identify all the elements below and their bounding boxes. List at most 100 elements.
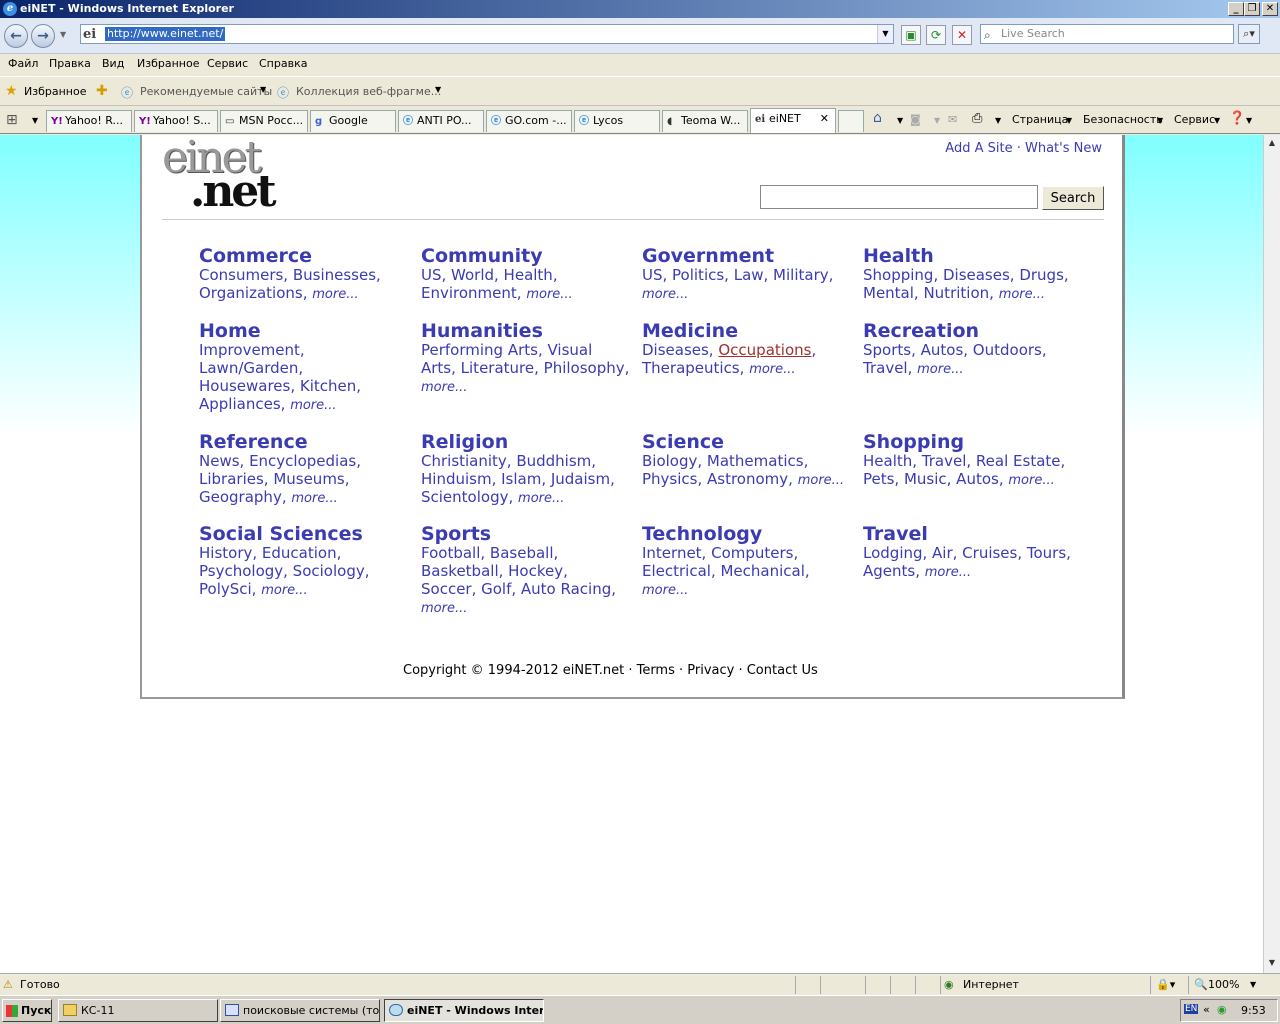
category-links[interactable]: US, Politics, Law, Military, [642, 266, 833, 284]
more-link[interactable]: more... [421, 601, 467, 616]
page-menu[interactable]: Страница [1012, 113, 1068, 126]
close-button[interactable]: ✕ [1262, 2, 1278, 16]
tab-teoma[interactable]: ◖ Teoma W... [662, 110, 748, 132]
more-link[interactable]: more... [642, 583, 688, 598]
more-link[interactable]: more... [642, 287, 688, 302]
clock[interactable]: 9:53 [1241, 1004, 1266, 1017]
refresh-icon[interactable]: ⟳ [926, 25, 946, 45]
back-button[interactable]: ← [4, 24, 28, 48]
more-link[interactable]: more... [999, 287, 1045, 302]
category-title[interactable]: Technology [642, 524, 812, 544]
web-slice-gallery-link[interactable]: Коллекция веб-фрагме... [296, 85, 441, 98]
recommended-sites-link[interactable]: Рекомендуемые сайты [140, 85, 272, 98]
category-title[interactable]: Home [199, 321, 379, 341]
category-title[interactable]: Government [642, 246, 842, 266]
menu-view[interactable]: Вид [102, 57, 124, 70]
category-title[interactable]: Social Sciences [199, 524, 379, 544]
tray-app-icon[interactable]: ◉ [1217, 1003, 1227, 1016]
quick-tabs-icon[interactable]: ⊞ [6, 112, 18, 128]
category-title[interactable]: Commerce [199, 246, 389, 266]
tools-menu[interactable]: Сервис [1174, 113, 1215, 126]
new-tab-button[interactable] [838, 110, 864, 132]
print-icon[interactable]: ⎙ [972, 111, 982, 126]
category-title[interactable]: Humanities [421, 321, 631, 341]
more-link[interactable]: more... [290, 398, 336, 413]
category-title[interactable]: Shopping [863, 432, 1073, 452]
more-link[interactable]: more... [518, 491, 564, 506]
chevron-down-icon[interactable]: ▼ [435, 85, 441, 94]
tab-anti-po[interactable]: ⓔ ANTI PO... [398, 110, 484, 132]
taskbar-item-folder[interactable]: КС-11 [58, 999, 218, 1022]
category-title[interactable]: Religion [421, 432, 621, 452]
category-title[interactable]: Recreation [863, 321, 1063, 341]
chevron-down-icon[interactable]: ▼ [995, 116, 1001, 125]
tab-lycos[interactable]: ⓔ Lycos [574, 110, 660, 132]
protected-mode-icon[interactable]: 🔒▾ [1156, 978, 1175, 991]
category-title[interactable]: Medicine [642, 321, 842, 341]
more-link[interactable]: more... [312, 287, 358, 302]
mail-icon[interactable]: ✉ [948, 113, 957, 126]
category-title[interactable]: Health [863, 246, 1078, 266]
more-link[interactable]: more... [917, 362, 963, 377]
more-link[interactable]: more... [749, 362, 795, 377]
home-icon[interactable]: ⌂ [873, 110, 882, 126]
vertical-scrollbar[interactable]: ▲ ▼ [1263, 135, 1280, 973]
forward-button[interactable]: → [31, 24, 55, 48]
live-search-input[interactable]: ⌕ Live Search [980, 24, 1234, 44]
stop-icon[interactable]: ✕ [952, 25, 972, 45]
category-links[interactable]: Diseases, [642, 341, 714, 359]
tab-yahoo-r[interactable]: Y! Yahoo! R... [46, 110, 132, 132]
category-links[interactable]: Performing Arts, Visual Arts, Literature… [421, 341, 629, 377]
zoom-level[interactable]: 100% [1208, 978, 1239, 991]
history-dropdown-icon[interactable]: ▼ [60, 30, 66, 39]
more-link[interactable]: more... [798, 473, 844, 488]
site-search-input[interactable] [760, 185, 1038, 209]
menu-tools[interactable]: Сервис [207, 57, 248, 70]
close-tab-icon[interactable]: ✕ [820, 109, 829, 129]
category-links[interactable]: Biology, Mathematics, Physics, Astronomy… [642, 452, 808, 488]
chevron-down-icon[interactable]: ▼ [1246, 116, 1252, 125]
address-dropdown-icon[interactable]: ▼ [877, 25, 893, 43]
compatibility-icon[interactable]: ▣ [901, 25, 921, 45]
search-go-button[interactable]: ⌕▾ [1238, 24, 1260, 44]
category-title[interactable]: Reference [199, 432, 379, 452]
category-title[interactable]: Sports [421, 524, 621, 544]
feeds-icon[interactable]: ◙ [910, 113, 921, 126]
category-links[interactable]: Football, Baseball, Basketball, Hockey, … [421, 544, 616, 598]
category-links[interactable]: Internet, Computers, Electrical, Mechani… [642, 544, 810, 580]
security-menu[interactable]: Безопасность [1083, 113, 1163, 126]
chevron-down-icon[interactable]: ▼ [897, 116, 903, 125]
whats-new-link[interactable]: What's New [1025, 141, 1102, 156]
start-button[interactable]: Пуск [2, 999, 52, 1022]
tab-yahoo-s[interactable]: Y! Yahoo! S... [134, 110, 218, 132]
language-indicator[interactable]: EN [1184, 1004, 1199, 1014]
zoom-dropdown-icon[interactable]: ▼ [1250, 980, 1256, 989]
taskbar-item-word[interactable]: поисковые системы (то... [220, 999, 380, 1022]
category-title[interactable]: Travel [863, 524, 1078, 544]
scroll-down-icon[interactable]: ▼ [1264, 955, 1280, 971]
occupations-link[interactable]: Occupations [718, 341, 811, 359]
add-site-link[interactable]: Add A Site [945, 141, 1012, 156]
tab-google[interactable]: g Google [310, 110, 396, 132]
more-link[interactable]: more... [1008, 473, 1054, 488]
more-link[interactable]: more... [925, 565, 971, 580]
restore-button[interactable]: ❐ [1244, 2, 1260, 16]
tab-list-dropdown-icon[interactable]: ▼ [32, 116, 38, 125]
chevron-down-icon[interactable]: ▼ [260, 85, 266, 94]
category-links[interactable]: Improvement, Lawn/Garden, Housewares, Ki… [199, 341, 361, 413]
site-search-button[interactable]: Search [1042, 186, 1104, 210]
menu-help[interactable]: Справка [259, 57, 307, 70]
more-link[interactable]: more... [526, 287, 572, 302]
tab-einet[interactable]: ei eiNET ✕ [750, 108, 836, 133]
tab-go-com[interactable]: ⓔ GO.com -... [486, 110, 572, 132]
einet-logo[interactable]: einet .net [162, 136, 294, 215]
chevron-down-icon[interactable]: ▼ [934, 116, 940, 125]
menu-favorites[interactable]: Избранное [137, 57, 199, 70]
favorites-button[interactable]: Избранное [24, 85, 86, 98]
more-link[interactable]: more... [421, 380, 467, 395]
add-favorite-icon[interactable]: ✚ [96, 83, 108, 99]
tab-msn[interactable]: ▭ MSN Росс... [220, 110, 308, 132]
more-link[interactable]: more... [261, 583, 307, 598]
scroll-up-icon[interactable]: ▲ [1264, 135, 1280, 151]
category-title[interactable]: Science [642, 432, 852, 452]
